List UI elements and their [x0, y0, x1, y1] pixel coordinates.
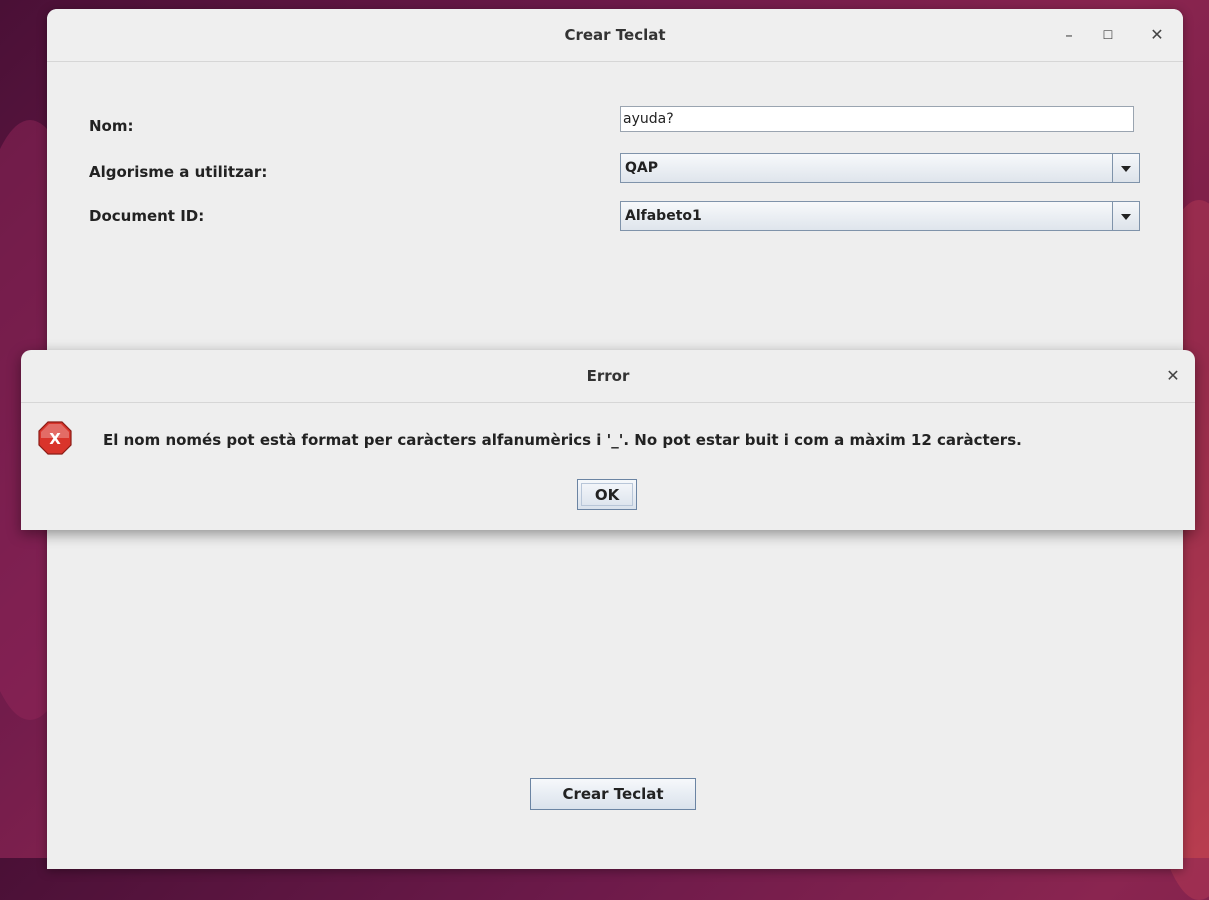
document-id-label: Document ID: [89, 207, 205, 225]
error-message: El nom només pot està format per caràcte… [103, 431, 1022, 449]
minimize-icon[interactable]: – [1057, 23, 1081, 47]
name-label: Nom: [89, 117, 134, 135]
ok-button[interactable]: OK [577, 479, 637, 510]
algorithm-selected-value: QAP [625, 160, 658, 176]
maximize-icon[interactable]: ☐ [1096, 23, 1120, 47]
dialog-titlebar[interactable]: Error ✕ [21, 350, 1195, 403]
document-id-selected-value: Alfabeto1 [625, 208, 702, 224]
chevron-down-icon[interactable] [1112, 154, 1139, 182]
error-icon-glyph: X [49, 430, 61, 448]
algorithm-select[interactable]: QAP [620, 153, 1140, 183]
create-keyboard-button[interactable]: Crear Teclat [530, 778, 696, 810]
window-title: Crear Teclat [564, 26, 666, 44]
dialog-title: Error [586, 367, 630, 385]
error-x-icon: X [38, 421, 72, 455]
close-icon[interactable]: ✕ [1145, 23, 1169, 47]
close-icon[interactable]: ✕ [1161, 364, 1185, 388]
window-titlebar[interactable]: Crear Teclat – ☐ ✕ [47, 9, 1183, 62]
document-id-select[interactable]: Alfabeto1 [620, 201, 1140, 231]
algorithm-label: Algorisme a utilitzar: [89, 163, 268, 181]
name-input[interactable] [620, 106, 1134, 132]
chevron-down-icon[interactable] [1112, 202, 1139, 230]
error-dialog: Error ✕ X El nom només pot està format p… [21, 350, 1195, 530]
